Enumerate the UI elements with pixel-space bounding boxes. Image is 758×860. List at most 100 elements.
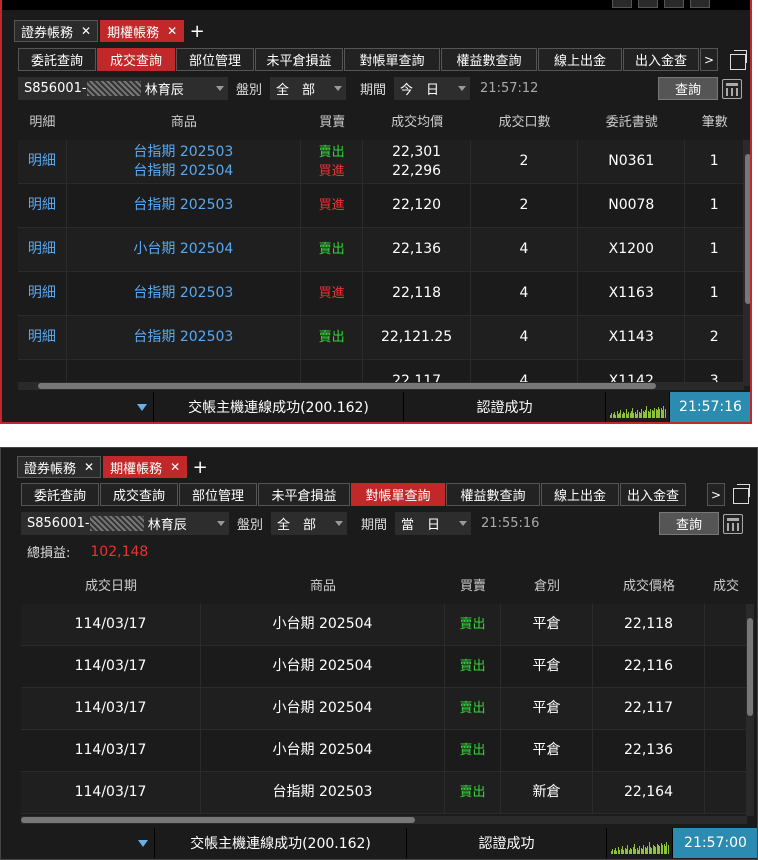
column-header[interactable]: 成交日期 — [21, 575, 201, 594]
status-clock: 21:57:16 — [670, 392, 750, 422]
column-header[interactable]: 委託書號 — [578, 111, 685, 130]
popout-icon[interactable] — [730, 50, 747, 70]
summary-row: 總損益: 102,148 — [27, 542, 148, 562]
toolbar-icon[interactable] — [690, 0, 710, 8]
date-cell: 114/03/17 — [21, 604, 201, 645]
side-cell: 賣出 — [301, 228, 364, 271]
detail-link[interactable]: 明細 — [18, 228, 67, 271]
close-icon[interactable]: ✕ — [81, 24, 91, 38]
market-select[interactable]: 全 部 — [270, 77, 347, 100]
account-select[interactable]: S856001- 林育辰 — [18, 77, 228, 100]
menu-item[interactable]: 對帳單查詢 — [344, 48, 440, 71]
detail-link[interactable]: 明細 — [18, 316, 67, 359]
order-no-cell: N0361 — [578, 140, 686, 183]
close-icon[interactable]: ✕ — [170, 460, 180, 474]
column-header[interactable]: 倉別 — [501, 575, 593, 594]
detail-link[interactable]: 明細 — [18, 272, 67, 315]
column-header[interactable]: 成交口數 — [471, 111, 578, 130]
horizontal-scrollbar[interactable] — [21, 816, 747, 824]
table-row[interactable]: 明細 台指期 202503 買進 22,120 2 N0078 1 — [18, 184, 744, 228]
order-no-cell: X1142 — [578, 360, 686, 382]
chevron-right-icon[interactable]: > — [707, 483, 725, 506]
masked-account — [86, 81, 141, 96]
column-header[interactable]: 買賣 — [445, 575, 501, 594]
menu-item[interactable]: 對帳單查詢 — [351, 483, 445, 506]
period-select[interactable]: 今 日 — [394, 77, 471, 100]
table-row[interactable]: 22,117 4 X1142 3 — [18, 360, 744, 382]
table-row[interactable]: 114/03/17 小台期 202504 賣出 平倉 22,118 — [21, 604, 747, 646]
menu-item[interactable]: 出入金查 — [623, 48, 699, 71]
product-name: 台指期 202503 — [133, 329, 234, 345]
tab-securities[interactable]: 證券帳務 ✕ — [17, 456, 102, 478]
account-tabs: 證券帳務 ✕ 期權帳務 ✕ + — [14, 18, 208, 42]
column-header[interactable]: 成交 — [705, 575, 747, 594]
vertical-scrollbar[interactable] — [746, 604, 754, 816]
menu-item[interactable]: 未平倉損益 — [258, 483, 350, 506]
add-tab-icon[interactable]: + — [189, 456, 211, 478]
account-select[interactable]: S856001- 林育辰 — [21, 512, 229, 535]
tab-futures[interactable]: 期權帳務 ✕ — [103, 456, 188, 478]
toolbar-icon[interactable] — [664, 0, 684, 8]
menu-item[interactable]: 委託查詢 — [18, 48, 96, 71]
count-cell: 3 — [685, 360, 744, 382]
menu-item[interactable]: 部位管理 — [179, 483, 257, 506]
side-cell-text: 賣出 — [459, 617, 486, 632]
vertical-scrollbar[interactable] — [744, 140, 750, 386]
query-button[interactable]: 查詢 — [659, 512, 719, 535]
table-row[interactable]: 114/03/17 小台期 202504 賣出 平倉 22,136 — [21, 730, 747, 772]
column-header[interactable]: 筆數 — [685, 111, 744, 130]
chevron-down-icon — [137, 403, 147, 411]
table-row[interactable]: 明細 小台期 202504 賣出 22,136 4 X1200 1 — [18, 228, 744, 272]
popout-icon[interactable] — [733, 484, 750, 504]
tab-label: 證券帳務 — [24, 461, 77, 477]
status-dropdown[interactable] — [4, 392, 154, 422]
qty-cell: 4 — [471, 360, 579, 382]
column-header[interactable]: 成交均價 — [363, 111, 470, 130]
menu-item[interactable]: 線上出金 — [541, 483, 619, 506]
menu-item[interactable]: 成交查詢 — [97, 48, 175, 71]
table-row[interactable]: 114/03/17 小台期 202504 賣出 平倉 22,116 — [21, 646, 747, 688]
chevron-down-icon — [216, 86, 224, 91]
table-row[interactable]: 明細 台指期 202503 台指期 202504 賣出 買進 22,301 22,296 2 N… — [18, 140, 744, 184]
menu-item[interactable]: 權益數查詢 — [446, 483, 540, 506]
tab-securities[interactable]: 證券帳務 ✕ — [14, 20, 99, 42]
column-header[interactable]: 商品 — [67, 111, 301, 130]
masked-account — [89, 516, 144, 531]
menu-item[interactable]: 部位管理 — [176, 48, 254, 71]
horizontal-scrollbar[interactable] — [18, 382, 744, 390]
avg-price-cell: 22,121.25 — [363, 316, 471, 359]
period-select[interactable]: 當 日 — [395, 512, 472, 535]
close-icon[interactable]: ✕ — [167, 24, 177, 38]
close-icon[interactable]: ✕ — [84, 460, 94, 474]
column-header[interactable]: 買賣 — [301, 111, 363, 130]
menu-item[interactable]: 權益數查詢 — [441, 48, 537, 71]
menu-item[interactable]: 成交查詢 — [100, 483, 178, 506]
add-tab-icon[interactable]: + — [186, 20, 208, 42]
toolbar-icon[interactable] — [612, 0, 632, 8]
column-header[interactable]: 商品 — [201, 575, 445, 594]
detail-link[interactable]: 明細 — [18, 184, 67, 227]
position-type-cell-text: 新倉 — [532, 784, 561, 800]
chevron-right-icon[interactable]: > — [700, 48, 718, 71]
tab-futures[interactable]: 期權帳務 ✕ — [100, 20, 185, 42]
menu-item[interactable]: 線上出金 — [538, 48, 622, 71]
table-row[interactable]: 明細 台指期 202503 賣出 22,121.25 4 X1143 2 — [18, 316, 744, 360]
detail-link[interactable]: 明細 — [18, 140, 67, 183]
detail-link[interactable] — [18, 360, 67, 382]
table-row[interactable]: 114/03/17 台指期 202503 賣出 新倉 22,164 — [21, 772, 747, 814]
query-button[interactable]: 查詢 — [658, 77, 718, 100]
table-row[interactable]: 114/03/17 小台期 202504 賣出 平倉 22,117 — [21, 688, 747, 730]
column-header[interactable]: 明細 — [18, 111, 67, 130]
table-row[interactable]: 明細 台指期 202503 買進 22,118 4 X1163 1 — [18, 272, 744, 316]
menu-item[interactable]: 委託查詢 — [21, 483, 99, 506]
query-time: 21:57:12 — [480, 81, 539, 96]
qty-cell: 2 — [471, 184, 579, 227]
toolbar-icon[interactable] — [638, 0, 658, 8]
status-dropdown[interactable] — [1, 828, 155, 858]
menu-item[interactable]: 未平倉損益 — [255, 48, 343, 71]
calculator-icon[interactable] — [723, 514, 743, 534]
column-header[interactable]: 成交價格 — [593, 575, 705, 594]
calculator-icon[interactable] — [722, 79, 742, 99]
market-select[interactable]: 全 部 — [271, 512, 348, 535]
menu-item[interactable]: 出入金查 — [620, 483, 686, 506]
